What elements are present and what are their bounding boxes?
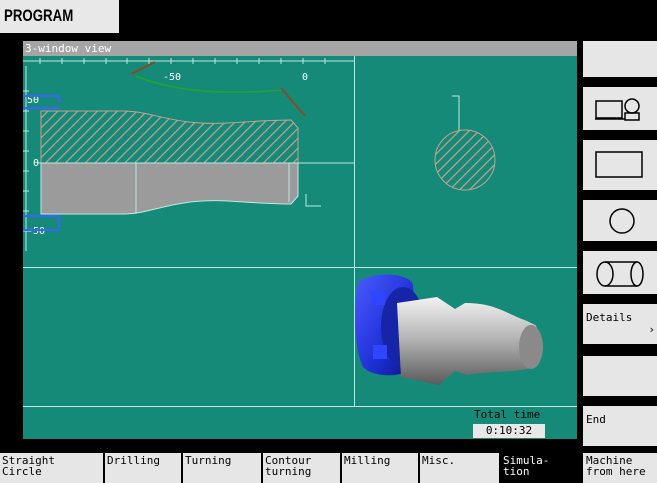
softkey-right-1[interactable] <box>583 41 657 77</box>
contour-turning-label: Contour turning <box>265 454 312 478</box>
cylinder-view-icon <box>596 261 644 287</box>
softkey-milling[interactable]: Milling <box>342 453 418 483</box>
chuck-jaw-2 <box>373 345 387 359</box>
x-tick-minus50: -50 <box>163 72 181 83</box>
side-view[interactable]: -50 0 50 0 -50 <box>23 56 354 267</box>
milling-label: Milling <box>344 454 391 467</box>
machine-view-icon <box>595 98 640 121</box>
turning-label: Turning <box>185 454 232 467</box>
workpiece-silhouette <box>40 162 299 215</box>
simulation-label: Simula- tion <box>503 454 550 478</box>
rectangle-view-icon <box>595 151 643 178</box>
details-label: Details <box>586 311 633 324</box>
total-time-value: 0:10:32 <box>473 424 545 438</box>
workpiece-cross-section <box>434 129 496 191</box>
x-tick-0: 0 <box>302 72 308 83</box>
chevron-right-icon: › <box>648 323 655 336</box>
softkey-right-7[interactable] <box>583 356 657 396</box>
end-view[interactable] <box>355 56 577 267</box>
y-tick-minus50: -50 <box>27 226 45 237</box>
softkey-misc[interactable]: Misc. <box>420 453 499 483</box>
softkey-end[interactable]: End <box>583 406 657 446</box>
drilling-label: Drilling <box>107 454 160 467</box>
dimension-mark <box>305 194 321 207</box>
softkey-simulation[interactable]: Simula- tion <box>501 453 579 483</box>
circle-view-icon <box>609 208 635 234</box>
softkey-machine-view[interactable] <box>583 87 657 130</box>
straight-circle-label: Straight Circle <box>2 454 55 478</box>
3d-view[interactable] <box>355 267 577 406</box>
softkey-circle-view[interactable] <box>583 200 657 241</box>
window-title-bar: 3-window view <box>23 41 577 56</box>
total-time-label: Total time <box>474 408 541 421</box>
workpiece-section-hatched <box>40 110 299 164</box>
softkey-machine-from-here[interactable]: Machine from here <box>583 453 657 483</box>
workpiece-3d <box>397 297 539 385</box>
softkey-contour-turning[interactable]: Contour turning <box>263 453 340 483</box>
chuck-jaw <box>371 291 385 305</box>
tool-holder-line <box>280 87 306 117</box>
softkey-straight-circle[interactable]: Straight Circle <box>0 453 103 483</box>
machine-from-here-label: Machine from here <box>586 454 646 478</box>
misc-label: Misc. <box>422 454 456 467</box>
softkey-turning[interactable]: Turning <box>183 453 261 483</box>
softkey-cylinder-view[interactable] <box>583 251 657 294</box>
program-title: PROGRAM <box>4 6 74 25</box>
end-label: End <box>586 413 606 426</box>
tool-holder-line-2 <box>130 61 156 75</box>
tool-path-arc <box>135 75 282 93</box>
softkey-details[interactable]: Details › <box>583 304 657 344</box>
workpiece-end-face <box>519 325 543 369</box>
window-title: 3-window view <box>25 42 112 55</box>
softkey-rectangle-view[interactable] <box>583 140 657 190</box>
program-header-tab: PROGRAM <box>0 0 119 33</box>
softkey-drilling[interactable]: Drilling <box>105 453 181 483</box>
